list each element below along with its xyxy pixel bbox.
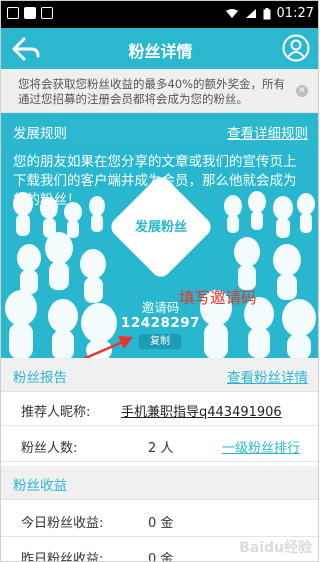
invite-code-value: 12428297 [120, 315, 201, 331]
page-title: 粉丝详情 [128, 42, 193, 61]
status-indicators: 01:27 [225, 6, 314, 21]
yesterday-income-value: 0 金 [148, 552, 174, 562]
watermark: Baidu经验 [239, 540, 312, 556]
battery-icon [263, 7, 271, 19]
develop-fans-label: 发展粉丝 [134, 220, 187, 235]
status-bar: 01:27 [1, 1, 318, 28]
develop-fans-button[interactable]: 发展粉丝 [107, 173, 215, 281]
referrer-label: 推荐人昵称: [21, 405, 91, 420]
today-income-row: 今日粉丝收益: 0 金 [1, 503, 318, 537]
notice-text: 您将会获取您粉丝收益的最多40%的额外奖金，所有通过您招募的注册会员都将会成为您… [18, 77, 286, 106]
chat-icon [24, 7, 36, 19]
rules-title: 发展规则 [13, 126, 67, 142]
clock: 01:27 [276, 6, 314, 21]
referrer-value[interactable]: 手机兼职指导q443491906 [121, 401, 282, 420]
notification-icon [7, 7, 19, 19]
notification-icons [7, 7, 53, 19]
signal-icon [245, 9, 256, 18]
title-bar: 粉丝详情 [1, 28, 318, 69]
copy-button[interactable]: 复制 [139, 334, 181, 349]
fan-ranking-link[interactable]: 一级粉丝排行 [222, 437, 300, 456]
yesterday-income-label: 昨日粉丝收益: [21, 552, 104, 562]
user-profile-icon[interactable] [282, 34, 310, 62]
fan-count-label: 粉丝人数: [21, 441, 78, 456]
view-rules-link[interactable]: 查看详细规则 [227, 122, 308, 142]
invite-code-label: 邀请码 [141, 300, 180, 315]
app-screen: 01:27 粉丝详情 您将会获取您粉丝收益的最多40%的额外奖金，所有通过您招募… [0, 0, 319, 562]
fan-report-header: 粉丝报告 查看粉丝详情 [1, 358, 318, 392]
image-icon [41, 7, 53, 19]
rules-header: 发展规则 查看详细规则 [1, 113, 318, 148]
fan-count-value: 2 人 [148, 441, 174, 456]
wifi-icon [225, 9, 238, 18]
annotation-text: 填写邀请码 [179, 289, 257, 307]
fan-report-title: 粉丝报告 [13, 370, 67, 386]
close-icon[interactable]: ✕ [296, 85, 308, 97]
fan-income-title: 粉丝收益 [13, 478, 67, 494]
fan-count-row: 粉丝人数: 2 人 一级粉丝排行 [1, 428, 318, 462]
bonus-notice: 您将会获取您粉丝收益的最多40%的额外奖金，所有通过您招募的注册会员都将会成为您… [1, 69, 318, 113]
today-income-label: 今日粉丝收益: [21, 516, 104, 531]
view-fan-details-link[interactable]: 查看粉丝详情 [227, 366, 308, 386]
today-income-value: 0 金 [148, 516, 174, 531]
fan-income-header: 粉丝收益 [1, 466, 318, 500]
referrer-row: 推荐人昵称: 手机兼职指导q443491906 [1, 392, 318, 426]
